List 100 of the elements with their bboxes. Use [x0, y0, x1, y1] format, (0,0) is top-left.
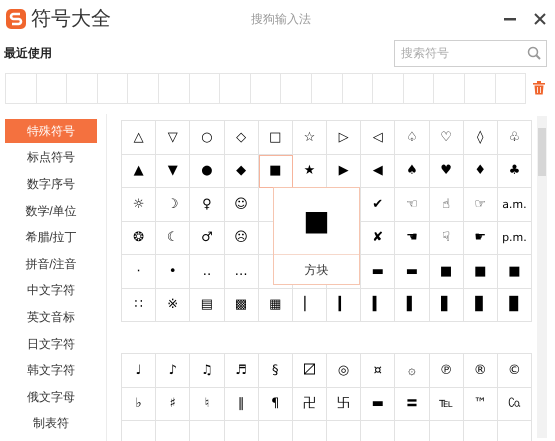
symbol-cell[interactable]: ▦	[258, 288, 293, 322]
recent-slot[interactable]	[434, 74, 465, 104]
category-tab[interactable]: 制表符	[5, 412, 97, 436]
category-tab[interactable]: 英文音标	[5, 305, 97, 329]
symbol-cell[interactable]: ◎	[327, 354, 362, 388]
recent-slot[interactable]	[342, 74, 374, 104]
recent-slot[interactable]	[6, 74, 37, 104]
symbol-cell[interactable]: 卐	[327, 388, 362, 421]
symbol-cell[interactable]: p.m.	[498, 222, 532, 255]
symbol-cell[interactable]: ♠	[395, 154, 430, 188]
symbol-cell[interactable]: ♂	[190, 222, 224, 255]
scrollbar-thumb[interactable]	[538, 128, 546, 176]
symbol-cell[interactable]: ♮	[190, 388, 224, 421]
category-tab[interactable]: 数学/单位	[5, 198, 97, 222]
symbol-cell[interactable]: ®	[464, 354, 498, 388]
symbol-cell[interactable]: ☚	[395, 222, 430, 255]
recent-slot[interactable]	[281, 74, 312, 104]
symbol-cell[interactable]: ▷	[327, 121, 362, 154]
symbol-cell[interactable]: ©	[498, 354, 532, 388]
recent-slot[interactable]	[98, 74, 128, 104]
symbol-cell[interactable]: ●	[190, 154, 224, 188]
symbol-cell[interactable]: ♫	[190, 354, 224, 388]
search-field[interactable]: 搜索符号	[394, 40, 547, 66]
search-icon[interactable]	[527, 46, 541, 60]
category-tab[interactable]: 希腊/拉丁	[5, 225, 97, 249]
symbol-cell[interactable]: ☟	[430, 222, 464, 255]
symbol-cell[interactable]: ™	[464, 388, 498, 421]
symbol-cell[interactable]: ‖	[224, 388, 259, 421]
symbol-cell[interactable]: ▬	[395, 255, 430, 288]
symbol-cell[interactable]: ☾	[156, 222, 190, 255]
symbol-cell[interactable]: ☜	[395, 188, 430, 222]
symbol-cell[interactable]: ▏	[292, 288, 327, 322]
symbol-cell[interactable]: ▌	[395, 288, 430, 322]
symbol-cell[interactable]: ◁	[361, 121, 396, 154]
symbol-cell[interactable]: ♪	[156, 354, 190, 388]
recent-slot[interactable]	[464, 74, 496, 104]
symbol-cell[interactable]: 卍	[292, 388, 327, 421]
symbol-cell[interactable]: ■	[464, 255, 498, 288]
symbol-cell[interactable]: ■	[430, 255, 464, 288]
category-tab[interactable]: 日文字符	[5, 332, 97, 356]
symbol-cell[interactable]: □	[258, 121, 293, 154]
symbol-cell[interactable]: ☆	[292, 121, 327, 154]
symbol-cell[interactable]: ◊	[464, 121, 498, 154]
category-tab[interactable]: 俄文字母	[5, 384, 97, 409]
symbol-cell[interactable]: ۞	[395, 354, 430, 388]
symbol-cell[interactable]: 〼	[292, 354, 327, 388]
symbol-cell[interactable]: ☝	[430, 188, 464, 222]
symbol-cell[interactable]: ▊	[464, 288, 498, 322]
symbol-cell[interactable]: ▼	[156, 154, 190, 188]
symbol-cell[interactable]: ¶	[258, 388, 293, 421]
symbol-cell[interactable]: ♥	[430, 154, 464, 188]
symbol-cell[interactable]: ☽	[156, 188, 190, 222]
symbol-cell[interactable]: ▉	[498, 288, 532, 322]
category-tab[interactable]: 标点符号	[5, 146, 97, 170]
symbol-cell[interactable]: ·	[122, 255, 156, 288]
symbol-cell[interactable]: ✘	[361, 222, 396, 255]
recent-slot[interactable]	[36, 74, 68, 104]
symbol-cell[interactable]: ♤	[395, 121, 430, 154]
symbol-cell[interactable]: ♭	[122, 388, 156, 421]
category-tab[interactable]: 中文字符	[5, 278, 97, 302]
symbol-cell[interactable]: ▽	[156, 121, 190, 154]
recent-slot[interactable]	[312, 74, 343, 104]
symbol-cell[interactable]: 〓	[395, 388, 430, 421]
symbol-cell[interactable]: ♣	[498, 154, 532, 188]
symbol-cell[interactable]: §	[258, 354, 293, 388]
recent-slot[interactable]	[190, 74, 220, 104]
symbol-cell[interactable]: ☺	[224, 188, 259, 222]
symbol-cell[interactable]: ▎	[327, 288, 362, 322]
symbol-cell[interactable]: △	[122, 121, 156, 154]
symbol-cell[interactable]: ▤	[190, 288, 224, 322]
symbol-cell[interactable]: ☼	[122, 188, 156, 222]
recent-slot[interactable]	[67, 74, 98, 104]
symbol-cell[interactable]: ▩	[224, 288, 259, 322]
symbol-cell[interactable]: ♀	[190, 188, 224, 222]
recent-slot[interactable]	[128, 74, 159, 104]
symbol-cell[interactable]: ㏇	[498, 388, 532, 421]
symbol-cell[interactable]: ♧	[498, 121, 532, 154]
symbol-cell[interactable]: ■	[498, 255, 532, 288]
symbol-cell[interactable]: ❂	[122, 222, 156, 255]
symbol-cell[interactable]: ☞	[464, 188, 498, 222]
symbol-cell[interactable]: ▍	[361, 288, 396, 322]
symbol-cell[interactable]: ♡	[430, 121, 464, 154]
symbol-cell[interactable]: ▬	[361, 388, 396, 421]
symbol-cell[interactable]: ○	[190, 121, 224, 154]
symbol-cell[interactable]: ℡	[430, 388, 464, 421]
symbol-cell[interactable]: ♯	[156, 388, 190, 421]
trash-icon[interactable]	[533, 81, 545, 95]
symbol-cell[interactable]: a.m.	[498, 188, 532, 222]
category-tab[interactable]: 韩文字符	[5, 358, 97, 382]
recent-slot[interactable]	[404, 74, 434, 104]
symbol-cell[interactable]: ℗	[430, 354, 464, 388]
recent-slot[interactable]	[496, 74, 526, 104]
symbol-cell[interactable]: •	[156, 255, 190, 288]
symbol-cell[interactable]: ☹	[224, 222, 259, 255]
symbol-cell[interactable]: ◀	[361, 154, 396, 188]
recent-slot[interactable]	[250, 74, 282, 104]
recent-slot[interactable]	[373, 74, 404, 104]
category-tab[interactable]: 数字序号	[5, 172, 97, 196]
symbol-cell[interactable]: ‥	[190, 255, 224, 288]
symbol-cell[interactable]: ∷	[122, 288, 156, 322]
